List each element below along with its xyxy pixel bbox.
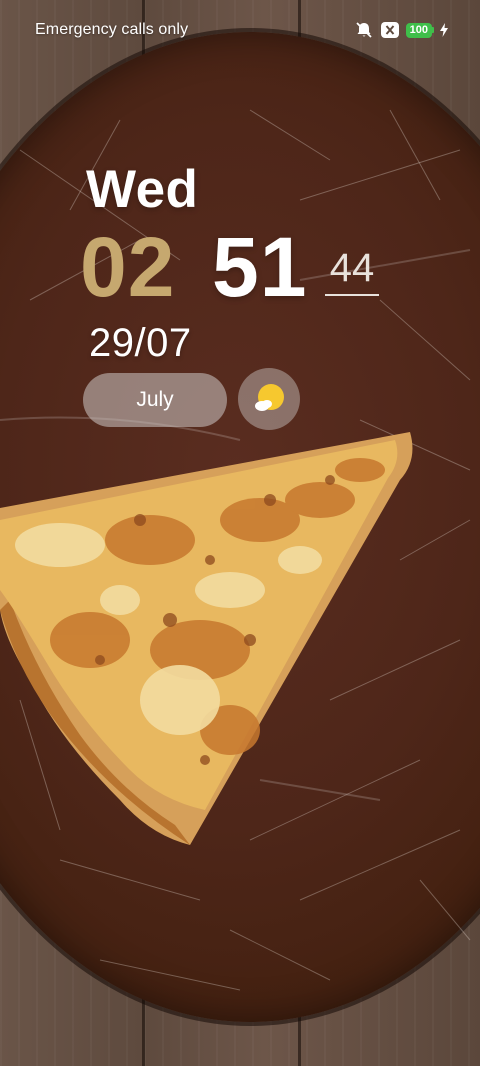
battery-tip — [432, 27, 434, 33]
battery-icon: 100 — [405, 22, 434, 38]
clock-seconds: 44 — [329, 246, 375, 290]
status-bar: Emergency calls only 100 — [0, 0, 480, 62]
seconds-underline — [325, 294, 379, 296]
day-of-week: Wed — [86, 160, 199, 219]
status-icons: 100 — [354, 20, 448, 40]
charging-bolt-icon — [440, 23, 448, 37]
pizza-slice-image — [0, 432, 413, 845]
battery-level: 100 — [405, 22, 432, 38]
clock-minute: 51 — [212, 220, 308, 314]
no-sim-icon — [380, 21, 400, 39]
ring-muted-icon — [354, 20, 374, 40]
carrier-status: Emergency calls only — [35, 21, 189, 38]
lockscreen-wallpaper — [0, 0, 480, 1066]
clock-hour: 02 — [80, 220, 176, 314]
weather-widget-button[interactable] — [238, 368, 300, 430]
date-label: 29/07 — [89, 321, 192, 365]
month-widget-button[interactable]: July — [83, 373, 227, 427]
